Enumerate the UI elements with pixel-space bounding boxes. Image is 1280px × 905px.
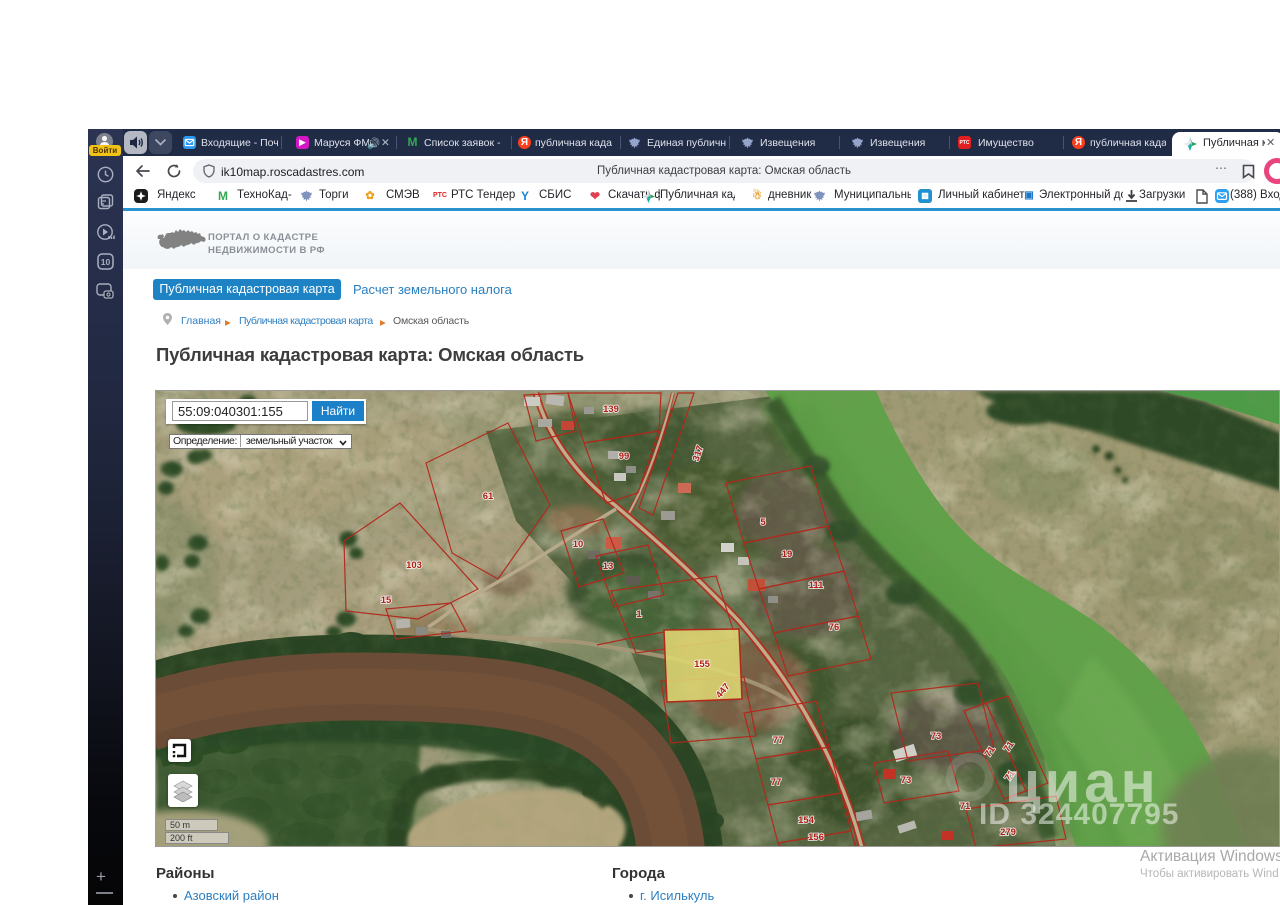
svg-text:76: 76 — [829, 622, 840, 633]
svg-text:71: 71 — [960, 801, 971, 812]
svg-text:139: 139 — [603, 404, 619, 415]
svg-text:111: 111 — [809, 580, 825, 591]
svg-text:5: 5 — [760, 517, 766, 528]
svg-text:154: 154 — [798, 815, 815, 826]
svg-text:13: 13 — [603, 561, 614, 572]
svg-text:156: 156 — [808, 832, 824, 843]
svg-text:77: 77 — [773, 735, 784, 746]
svg-text:10: 10 — [101, 257, 111, 267]
svg-text:103: 103 — [406, 560, 422, 571]
svg-text:15: 15 — [381, 595, 392, 606]
svg-text:1: 1 — [636, 609, 642, 620]
svg-text:155: 155 — [694, 659, 711, 670]
svg-text:73: 73 — [931, 731, 942, 742]
svg-text:61: 61 — [483, 491, 494, 502]
svg-text:10: 10 — [573, 539, 584, 550]
svg-text:77: 77 — [771, 777, 782, 788]
svg-text:99: 99 — [619, 451, 630, 462]
svg-text:73: 73 — [901, 775, 912, 786]
svg-text:19: 19 — [782, 549, 793, 560]
